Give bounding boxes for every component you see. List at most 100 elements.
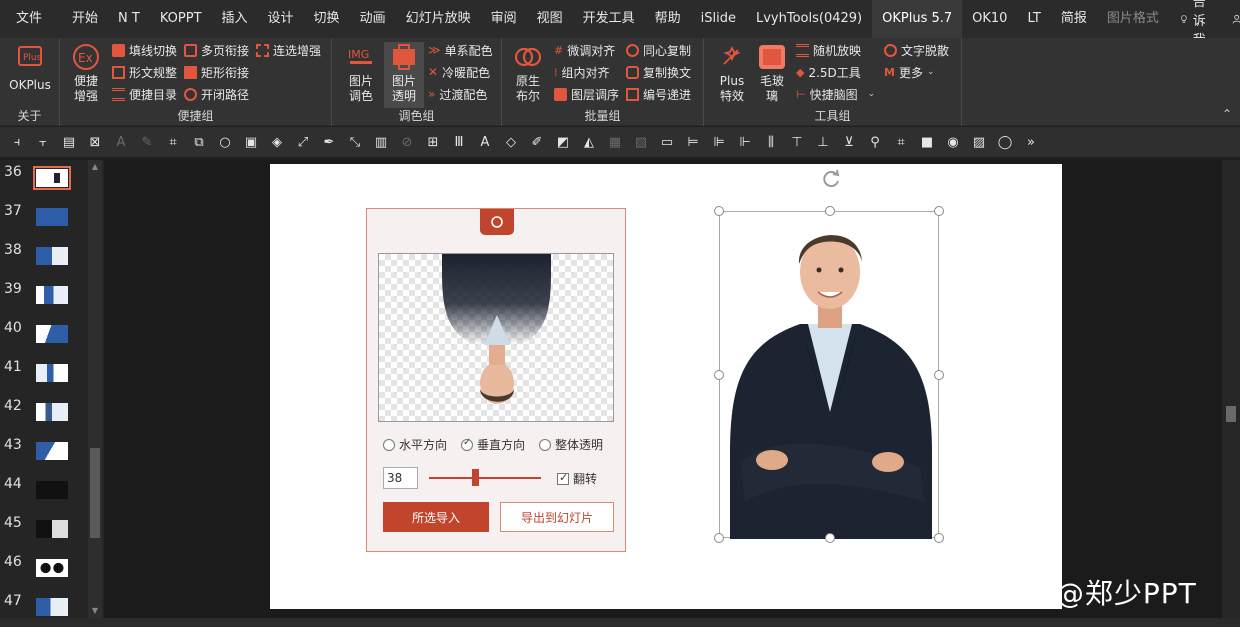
rotate-handle-icon[interactable] bbox=[820, 168, 842, 190]
menu-lt[interactable]: LT bbox=[1017, 0, 1050, 38]
vertical-radio[interactable]: 垂直方向 bbox=[461, 436, 525, 453]
align-b-icon[interactable]: ⊻ bbox=[838, 131, 860, 153]
resize-handle[interactable] bbox=[934, 206, 944, 216]
more-arrows-icon[interactable]: » bbox=[1020, 131, 1042, 153]
scrollbar-thumb[interactable] bbox=[90, 448, 100, 538]
eye-icon[interactable]: ◉ bbox=[942, 131, 964, 153]
menu-view[interactable]: 视图 bbox=[527, 0, 573, 38]
canvas-scrollbar-thumb[interactable] bbox=[1226, 406, 1236, 422]
thumbnail-item[interactable]: 43 bbox=[0, 433, 90, 469]
export-to-slide-button[interactable]: 导出到幻灯片 bbox=[500, 502, 614, 532]
menu-brief[interactable]: 简报 bbox=[1051, 0, 1097, 38]
okplus-button[interactable]: Plus OKPlus bbox=[8, 42, 52, 93]
thumbnail-item[interactable]: 40 bbox=[0, 316, 90, 352]
menu-review[interactable]: 审阅 bbox=[481, 0, 527, 38]
format-painter-icon[interactable]: ⚲ bbox=[864, 131, 886, 153]
thumbnail-item[interactable]: 36 bbox=[0, 160, 90, 196]
more-button[interactable]: M 更多 ⌄ bbox=[884, 62, 935, 82]
distribute-h-icon[interactable]: ⫼ bbox=[760, 131, 782, 153]
menu-ok10[interactable]: OK10 bbox=[962, 0, 1017, 38]
paint-bucket-icon[interactable]: ◈ bbox=[266, 131, 288, 153]
thumbnail-item[interactable]: 38 bbox=[0, 238, 90, 274]
resize-handle[interactable] bbox=[825, 206, 835, 216]
import-selected-button[interactable]: 所选导入 bbox=[383, 502, 489, 532]
menu-developer[interactable]: 开发工具 bbox=[573, 0, 645, 38]
menu-design[interactable]: 设计 bbox=[258, 0, 304, 38]
align-left-icon[interactable]: ⫞ bbox=[6, 131, 28, 153]
thumbnail-item[interactable]: 46 bbox=[0, 550, 90, 586]
circle-icon[interactable]: ○ bbox=[214, 131, 236, 153]
font-icon[interactable]: A bbox=[110, 131, 132, 153]
rect-link-button[interactable]: 矩形衔接 bbox=[184, 62, 249, 82]
thumbnail-item[interactable]: 42 bbox=[0, 394, 90, 430]
image-tool-icon[interactable]: ⧉ bbox=[188, 131, 210, 153]
image-recolor-button[interactable]: IMG 图片调色 bbox=[340, 42, 382, 104]
slide[interactable]: 水平方向 垂直方向 整体透明 38 翻转 所选导入 导出到幻灯片 bbox=[270, 164, 1062, 609]
close-box-icon[interactable]: ⊠ bbox=[84, 131, 106, 153]
plus-effects-button[interactable]: Plus特效 bbox=[710, 42, 754, 104]
group-icon[interactable]: ▦ bbox=[604, 131, 626, 153]
eyedropper2-icon[interactable]: ⤡ bbox=[344, 131, 366, 153]
resize-handle[interactable] bbox=[934, 533, 944, 543]
multi-select-enhance-button[interactable]: 连选增强 bbox=[256, 40, 321, 60]
menu-transitions[interactable]: 切换 bbox=[304, 0, 350, 38]
shape-icon[interactable]: ◇ bbox=[500, 131, 522, 153]
pen-icon[interactable]: ✎ bbox=[136, 131, 158, 153]
warm-cool-palette-button[interactable]: ✕ 冷暖配色 bbox=[428, 62, 490, 82]
menu-slideshow[interactable]: 幻灯片放映 bbox=[396, 0, 481, 38]
ring-icon[interactable]: ◯ bbox=[994, 131, 1016, 153]
menu-islide[interactable]: iSlide bbox=[691, 0, 746, 38]
concentric-copy-button[interactable]: 同心复制 bbox=[626, 40, 691, 60]
resize-handle[interactable] bbox=[825, 533, 835, 543]
gradient-palette-button[interactable]: » 过渡配色 bbox=[428, 84, 487, 104]
menu-animations[interactable]: 动画 bbox=[350, 0, 396, 38]
align-r-icon[interactable]: ⊩ bbox=[734, 131, 756, 153]
ungroup-icon[interactable]: ▧ bbox=[630, 131, 652, 153]
thumbnail-item[interactable]: 37 bbox=[0, 199, 90, 235]
menu-nt[interactable]: N T bbox=[108, 0, 150, 38]
menu-insert[interactable]: 插入 bbox=[212, 0, 258, 38]
align-t-icon[interactable]: ⊤ bbox=[786, 131, 808, 153]
menu-okplus[interactable]: OKPlus 5.7 bbox=[872, 0, 963, 38]
panel-tab[interactable] bbox=[480, 209, 514, 235]
horizontal-radio[interactable]: 水平方向 bbox=[383, 436, 447, 453]
menu-picture-format[interactable]: 图片格式 bbox=[1097, 0, 1169, 38]
align-c-icon[interactable]: ⊫ bbox=[708, 131, 730, 153]
layer-order-button[interactable]: 图层调序 bbox=[554, 84, 619, 104]
link-icon[interactable]: ⊘ bbox=[396, 131, 418, 153]
tool-25d-button[interactable]: ◆ 2.5D工具 bbox=[796, 62, 861, 82]
picture-icon[interactable]: ▨ bbox=[968, 131, 990, 153]
align-l-icon[interactable]: ⊨ bbox=[682, 131, 704, 153]
menu-lvyhtools[interactable]: LvyhTools(0429) bbox=[746, 0, 872, 38]
thumbnail-item[interactable]: 44 bbox=[0, 472, 90, 508]
canvas-scrollbar[interactable] bbox=[1222, 160, 1240, 618]
table-icon[interactable]: ⊞ bbox=[422, 131, 444, 153]
menu-file[interactable]: 文件 bbox=[0, 0, 52, 38]
random-show-button[interactable]: 随机放映 bbox=[796, 40, 861, 60]
selected-picture[interactable] bbox=[714, 169, 944, 543]
layout-icon[interactable]: ▤ bbox=[58, 131, 80, 153]
convenience-enhance-button[interactable]: Ex 便捷增强 bbox=[66, 42, 106, 104]
thumbnail-scrollbar[interactable]: ▲ ▼ bbox=[88, 160, 102, 618]
text-a-icon[interactable]: A bbox=[474, 131, 496, 153]
number-increment-button[interactable]: 编号递进 bbox=[626, 84, 691, 104]
fill-color-icon[interactable]: ▣ bbox=[240, 131, 262, 153]
scroll-down-icon[interactable]: ▼ bbox=[90, 606, 100, 616]
thumbnail-item[interactable]: 39 bbox=[0, 277, 90, 313]
image-transparent-button[interactable]: 图片透明 bbox=[384, 42, 424, 108]
align-m-icon[interactable]: ⊥ bbox=[812, 131, 834, 153]
group-align-button[interactable]: ⁞ 组内对齐 bbox=[554, 62, 610, 82]
crop-icon[interactable]: ⌗ bbox=[890, 131, 912, 153]
mono-palette-button[interactable]: ≫ 单系配色 bbox=[428, 40, 493, 60]
resize-handle[interactable] bbox=[714, 533, 724, 543]
hash-grid-icon[interactable]: ⌗ bbox=[162, 131, 184, 153]
bar-chart-icon[interactable]: ▥ bbox=[370, 131, 392, 153]
resize-handle[interactable] bbox=[934, 370, 944, 380]
eyedropper-icon[interactable]: ⤢ bbox=[292, 131, 314, 153]
transform-icon[interactable]: ◩ bbox=[552, 131, 574, 153]
transparency-slider[interactable] bbox=[429, 469, 541, 486]
textbox-icon[interactable]: ▭ bbox=[656, 131, 678, 153]
text-scatter-button[interactable]: 文字脱散 bbox=[884, 40, 949, 60]
nudge-align-button[interactable]: # 微调对齐 bbox=[554, 40, 615, 60]
share-button[interactable]: 共享 bbox=[1224, 0, 1240, 38]
